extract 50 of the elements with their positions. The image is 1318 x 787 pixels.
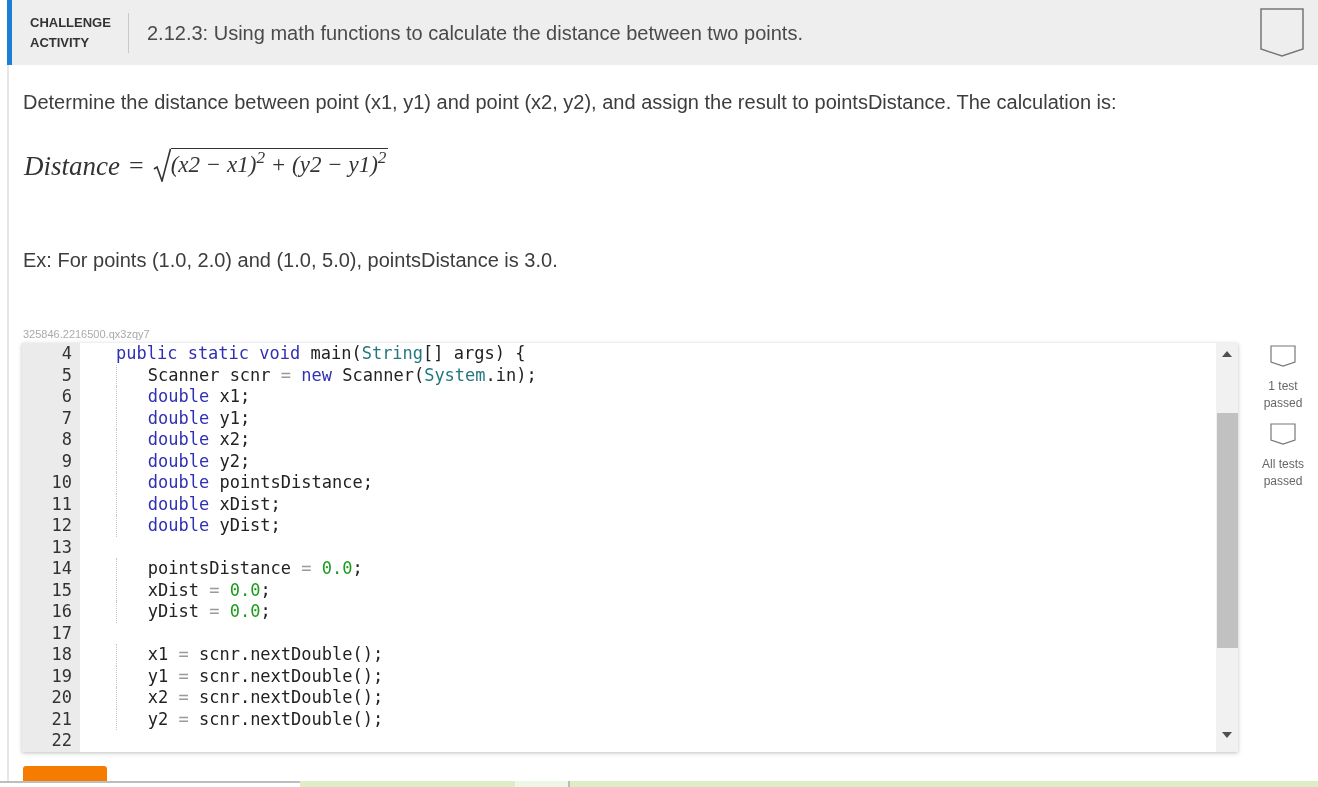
code-line: double pointsDistance;: [147, 472, 373, 492]
line-number: 13: [51, 536, 72, 557]
code-line: double x1;: [147, 386, 251, 406]
code-editor[interactable]: [22, 343, 1238, 752]
instructions-text: Determine the distance between point (x1, y1) and point (x2, y2), and assign the result to pointsDistance. The calculation is:: [23, 90, 1118, 115]
scroll-up-icon[interactable]: [1222, 351, 1232, 357]
code-line: x2 = scnr.nextDouble();: [147, 687, 384, 707]
line-number: 18: [51, 644, 72, 664]
code-line: pointsDistance = 0.0;: [147, 558, 363, 578]
activity-title: 2.12.3: Using math functions to calculate the distance between two points.: [147, 20, 803, 46]
line-number: 8: [61, 429, 72, 449]
line-number: 6: [61, 386, 72, 406]
code-line: x1 = scnr.nextDouble();: [147, 644, 384, 664]
code-line: xDist = 0.0;: [147, 579, 271, 600]
line-number: 5: [61, 364, 72, 385]
scroll-down-icon[interactable]: [1222, 732, 1232, 738]
formula-radicand: (x2 − x1)$^{2}$ + (y2 − y1)$^{2}$: [170, 148, 389, 180]
test-status-label: 1 test passed: [1262, 378, 1304, 412]
line-number: 7: [61, 407, 72, 428]
code-line: double x2;: [147, 429, 251, 449]
line-number: 4: [61, 343, 72, 363]
square-root-icon: [152, 148, 171, 182]
line-number: 12: [51, 515, 72, 535]
line-number: 9: [61, 450, 72, 471]
equals-sign: =: [129, 151, 144, 181]
line-number: 11: [51, 493, 72, 514]
code-line: y1 = scnr.nextDouble();: [147, 665, 384, 686]
line-number: 14: [51, 558, 72, 578]
line-number: 10: [51, 472, 72, 492]
formula-variable: Distance: [24, 151, 120, 181]
activity-type-label: CHALLENGE ACTIVITY: [30, 13, 112, 52]
code-line: Scanner scnr = new Scanner(System.in);: [147, 364, 537, 385]
line-number: 16: [51, 601, 72, 621]
line-number: 20: [51, 687, 72, 707]
code-line: double y1;: [147, 407, 251, 428]
line-number: 22: [51, 730, 72, 750]
code-line: y2 = scnr.nextDouble();: [147, 708, 384, 729]
code-line: double xDist;: [147, 493, 281, 514]
line-number: 17: [51, 622, 72, 643]
example-text: Ex: For points (1.0, 2.0) and (1.0, 5.0), pointsDistance is 3.0.: [23, 248, 559, 273]
line-number: 21: [51, 708, 72, 729]
scrollbar-thumb[interactable]: [1216, 413, 1238, 648]
line-number: 19: [51, 665, 72, 686]
code-line: public static void main(String[] args) {: [116, 343, 526, 365]
code-line: double yDist;: [147, 515, 281, 535]
code-line: yDist = 0.0;: [147, 601, 271, 621]
test-status-label: All tests passed: [1261, 456, 1305, 490]
code-line: double y2;: [147, 450, 251, 471]
code-id-label: 325846.2216500.qx3zqy7: [23, 328, 151, 341]
line-number: 15: [51, 579, 72, 600]
